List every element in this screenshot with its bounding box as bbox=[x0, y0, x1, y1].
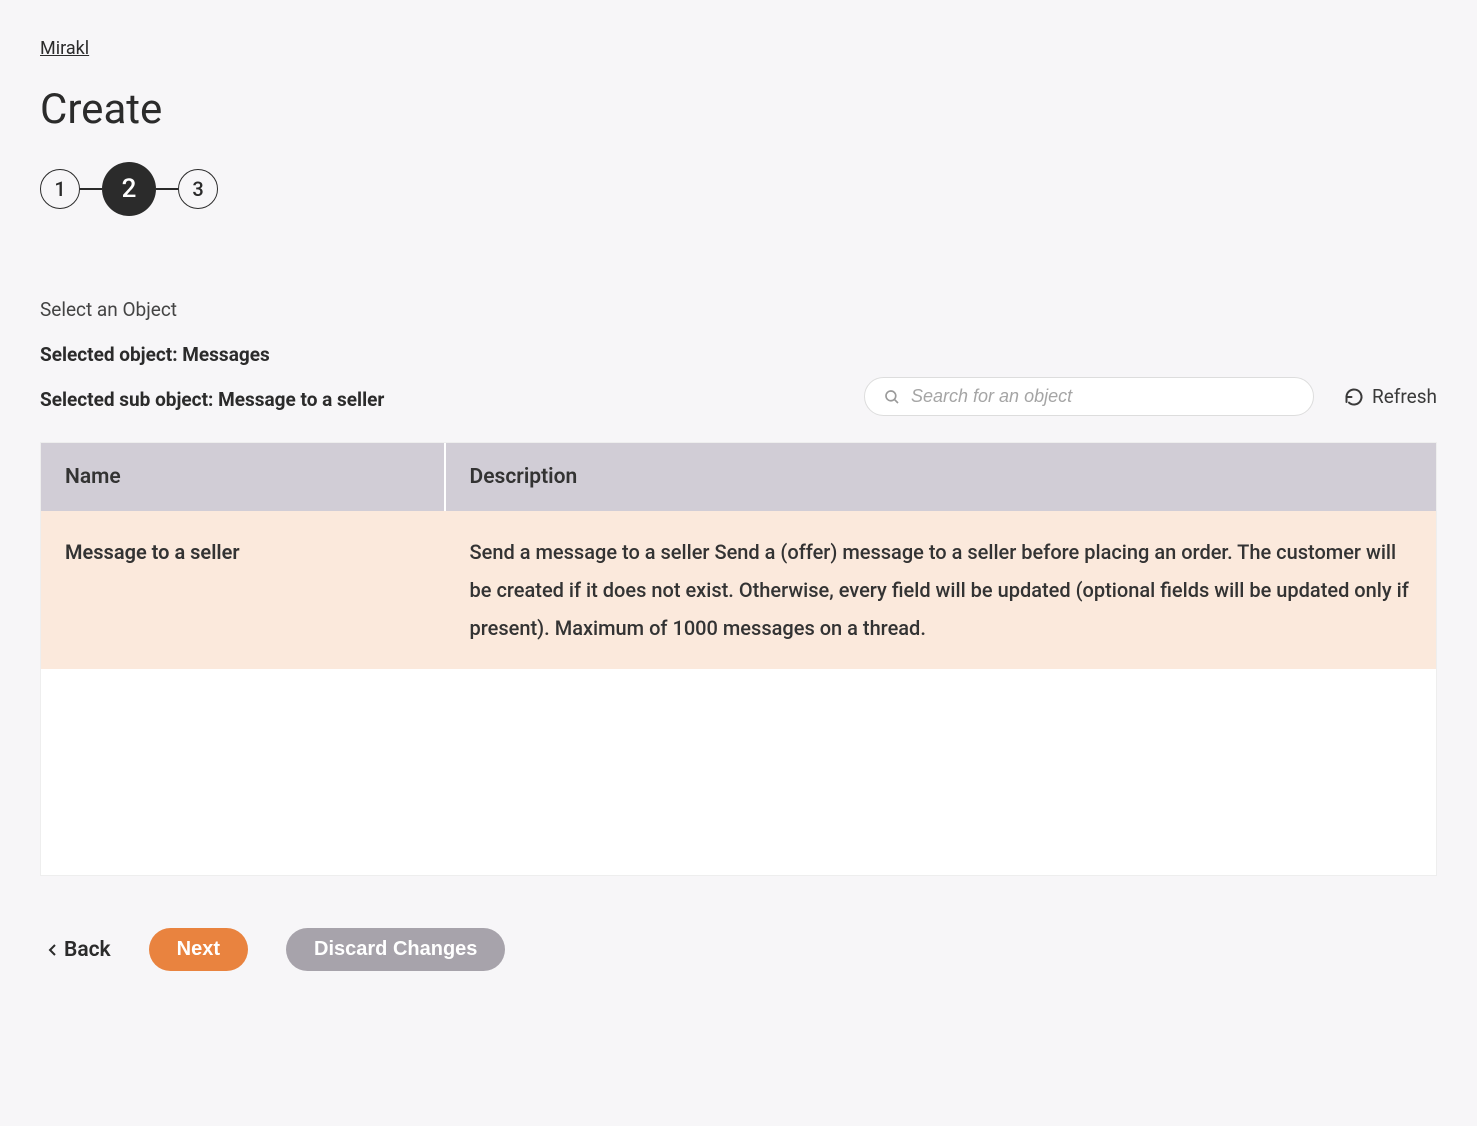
column-name: Name bbox=[41, 443, 446, 511]
back-label: Back bbox=[64, 938, 111, 962]
table-empty-area bbox=[41, 669, 1436, 875]
chevron-left-icon bbox=[48, 943, 58, 957]
breadcrumb-mirakl[interactable]: Mirakl bbox=[40, 38, 89, 59]
object-table: Name Description Message to a seller Sen… bbox=[40, 442, 1437, 876]
discard-button[interactable]: Discard Changes bbox=[286, 928, 505, 971]
back-button[interactable]: Back bbox=[48, 938, 111, 962]
step-connector bbox=[80, 188, 102, 190]
section-label: Select an Object bbox=[40, 298, 1437, 321]
page-title: Create bbox=[40, 85, 1437, 134]
search-field[interactable] bbox=[864, 377, 1314, 416]
refresh-label: Refresh bbox=[1372, 385, 1437, 408]
stepper: 1 2 3 bbox=[40, 162, 1437, 216]
refresh-button[interactable]: Refresh bbox=[1344, 385, 1437, 408]
table-row[interactable]: Message to a seller Send a message to a … bbox=[41, 511, 1436, 669]
refresh-icon bbox=[1344, 387, 1364, 407]
table-header: Name Description bbox=[41, 443, 1436, 511]
next-button[interactable]: Next bbox=[149, 928, 248, 971]
step-2[interactable]: 2 bbox=[102, 162, 156, 216]
cell-name: Message to a seller bbox=[41, 511, 446, 669]
step-connector bbox=[156, 188, 178, 190]
step-1[interactable]: 1 bbox=[40, 169, 80, 209]
column-description: Description bbox=[446, 443, 1436, 511]
selected-object: Selected object: Messages bbox=[40, 343, 1437, 366]
search-input[interactable] bbox=[911, 386, 1295, 407]
cell-description: Send a message to a seller Send a (offer… bbox=[446, 511, 1436, 669]
search-icon bbox=[883, 388, 901, 406]
step-3[interactable]: 3 bbox=[178, 169, 218, 209]
